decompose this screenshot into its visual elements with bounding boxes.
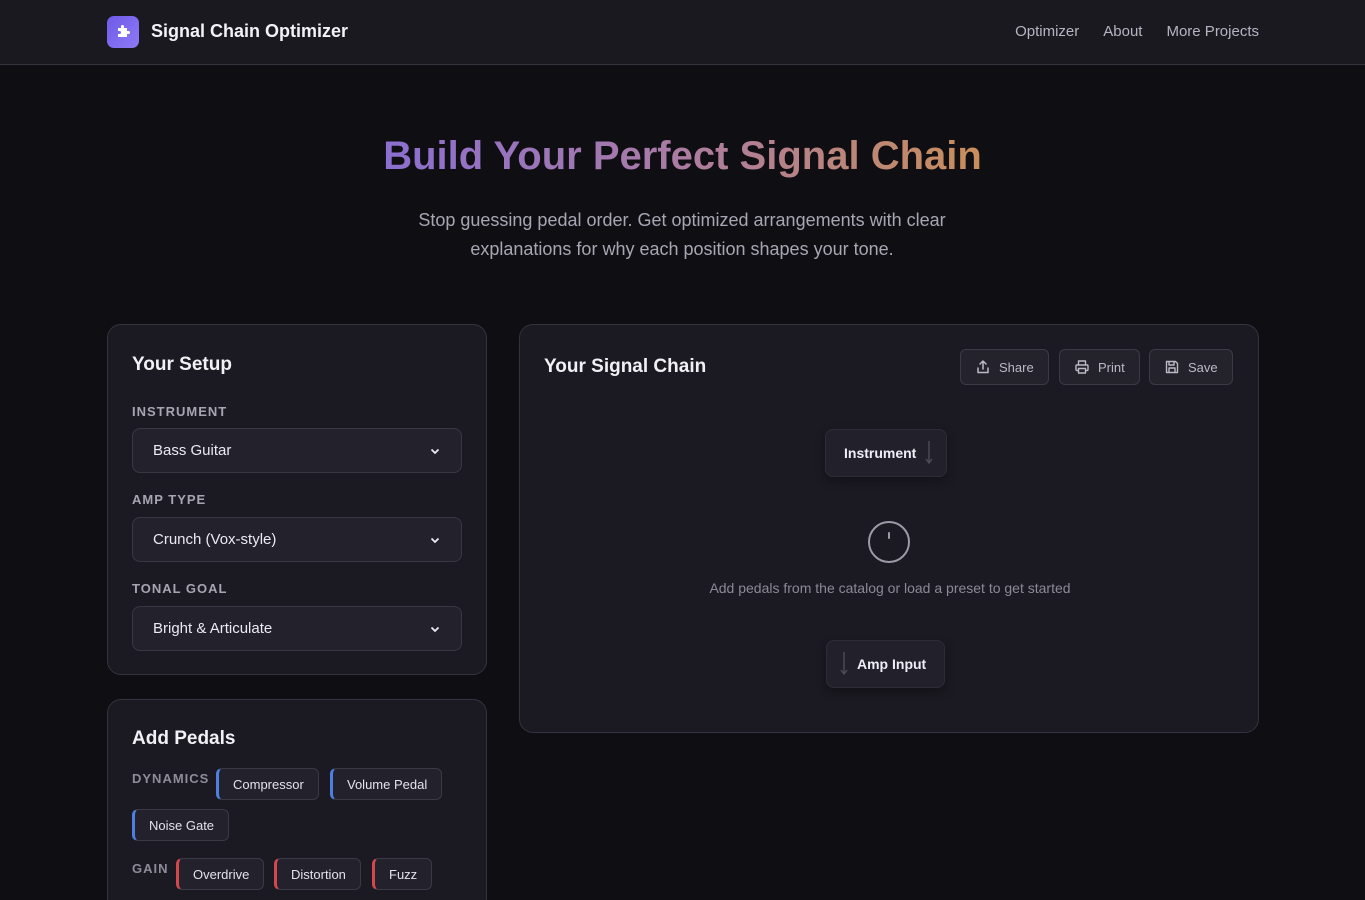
chain-node-instrument: Instrument xyxy=(825,429,948,477)
add-pedals-card: Add Pedals DYNAMICS Compressor Volume Pe… xyxy=(107,699,487,900)
amp-input-node-label: Amp Input xyxy=(857,656,927,672)
amp-type-value: Crunch (Vox-style) xyxy=(153,531,277,548)
save-button-label: Save xyxy=(1188,359,1218,375)
nav-link-optimizer[interactable]: Optimizer xyxy=(1015,23,1079,40)
hero-title: Build Your Perfect Signal Chain xyxy=(383,134,982,178)
print-button-label: Print xyxy=(1098,359,1125,375)
printer-icon xyxy=(1075,360,1089,374)
save-disk-icon xyxy=(1165,360,1179,374)
top-navbar: Signal Chain Optimizer Optimizer About M… xyxy=(0,0,1365,65)
pedal-chip-distortion[interactable]: Distortion xyxy=(274,858,361,890)
instrument-node-label: Instrument xyxy=(844,445,917,461)
arrow-down-icon xyxy=(925,441,933,465)
setup-card: Your Setup INSTRUMENT Bass Guitar AMP TY… xyxy=(107,324,487,675)
save-button[interactable]: Save xyxy=(1149,349,1233,385)
empty-state-message: Add pedals from the catalog or load a pr… xyxy=(709,580,1071,596)
arrow-down-icon xyxy=(840,652,848,676)
empty-state-clock-icon xyxy=(868,521,910,563)
pedal-chip-noise-gate[interactable]: Noise Gate xyxy=(132,809,230,841)
chevron-down-icon xyxy=(430,448,440,454)
print-button[interactable]: Print xyxy=(1059,349,1140,385)
puzzle-logo-icon[interactable] xyxy=(107,16,139,48)
chain-node-amp-input: Amp Input xyxy=(826,640,946,688)
category-label-gain: GAIN xyxy=(132,861,169,876)
instrument-select[interactable]: Bass Guitar xyxy=(132,428,462,473)
add-pedals-title: Add Pedals xyxy=(132,728,236,749)
brand-name[interactable]: Signal Chain Optimizer xyxy=(151,21,348,42)
signal-chain-card: Your Signal Chain Share Print Save Instr… xyxy=(519,324,1259,733)
tonal-goal-select[interactable]: Bright & Articulate xyxy=(132,606,462,651)
amp-type-label: AMP TYPE xyxy=(132,492,207,507)
instrument-value: Bass Guitar xyxy=(153,442,232,459)
chevron-down-icon xyxy=(430,537,440,543)
category-label-dynamics: DYNAMICS xyxy=(132,771,210,786)
pedal-chip-volume-pedal[interactable]: Volume Pedal xyxy=(330,768,443,800)
share-icon xyxy=(977,360,989,374)
chevron-down-icon xyxy=(430,626,440,632)
pedal-chip-overdrive[interactable]: Overdrive xyxy=(176,858,265,890)
pedal-chip-compressor[interactable]: Compressor xyxy=(216,768,319,800)
share-button-label: Share xyxy=(999,359,1034,375)
pedal-chip-fuzz[interactable]: Fuzz xyxy=(372,858,433,890)
tonal-goal-value: Bright & Articulate xyxy=(153,620,273,637)
nav-link-about[interactable]: About xyxy=(1103,23,1142,40)
signal-chain-title: Your Signal Chain xyxy=(544,356,707,377)
tonal-goal-label: TONAL GOAL xyxy=(132,581,228,596)
amp-type-select[interactable]: Crunch (Vox-style) xyxy=(132,517,462,562)
share-button[interactable]: Share xyxy=(960,349,1049,385)
hero-subtitle: Stop guessing pedal order. Get optimized… xyxy=(418,210,946,259)
instrument-label: INSTRUMENT xyxy=(132,404,228,419)
setup-title: Your Setup xyxy=(132,354,232,375)
main-nav: Optimizer About More Projects xyxy=(1015,23,1259,40)
nav-link-more-projects[interactable]: More Projects xyxy=(1166,23,1259,40)
